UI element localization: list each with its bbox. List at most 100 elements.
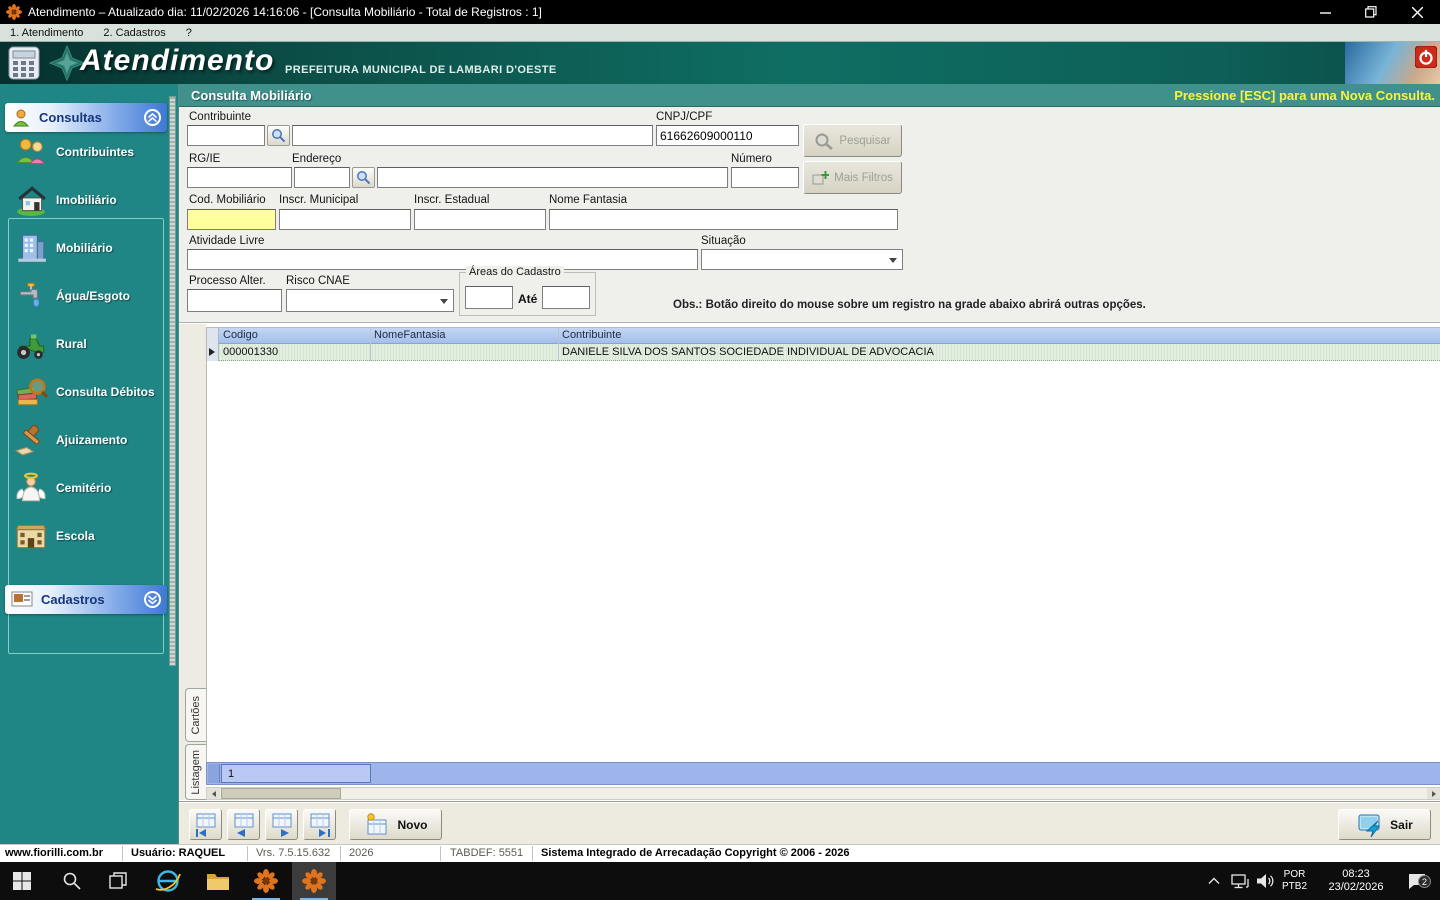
contribuinte-code-input[interactable]	[187, 125, 265, 146]
close-button[interactable]	[1394, 0, 1440, 24]
atividade-livre-input[interactable]	[187, 249, 698, 270]
gavel-icon	[14, 423, 48, 457]
people-icon	[14, 135, 48, 169]
sidebar-item-consulta-debitos[interactable]: Consulta Débitos	[14, 372, 164, 412]
folder-icon	[206, 871, 230, 891]
last-record-button[interactable]	[303, 809, 336, 840]
prior-record-icon	[231, 812, 257, 838]
table-row[interactable]: 000001330 DANIELE SILVA DOS SANTOS SOCIE…	[219, 344, 1440, 361]
first-record-button[interactable]	[189, 809, 222, 840]
scrollbar-thumb[interactable]	[221, 788, 341, 799]
contribuinte-name-input[interactable]	[292, 125, 653, 146]
internet-explorer-button[interactable]	[146, 862, 190, 900]
nome-fantasia-input[interactable]	[549, 209, 898, 230]
sidebar-item-label: Ajuizamento	[56, 433, 127, 447]
sidebar-item-ajuizamento[interactable]: Ajuizamento	[14, 420, 164, 460]
sidebar-item-label: Consulta Débitos	[56, 385, 155, 399]
processo-alter-input[interactable]	[187, 289, 282, 312]
area-de-input[interactable]	[465, 286, 513, 309]
app-header: Atendimento PREFEITURA MUNICIPAL DE LAMB…	[0, 42, 1440, 84]
menu-atendimento[interactable]: 1. Atendimento	[0, 24, 93, 42]
area-ate-input[interactable]	[542, 286, 590, 309]
menu-help[interactable]: ?	[176, 24, 202, 42]
sidebar-scrollbar[interactable]	[169, 96, 176, 666]
sidebar-item-cemiterio[interactable]: Cemitério	[14, 468, 164, 508]
pesquisar-button[interactable]: Pesquisar	[803, 124, 902, 157]
cnpj-input[interactable]	[656, 125, 799, 146]
endereco-code-input[interactable]	[294, 167, 350, 188]
calculator-icon	[6, 45, 42, 81]
mais-filtros-button[interactable]: Mais Filtros	[803, 161, 902, 194]
clock[interactable]: 08:2323/02/2026	[1322, 862, 1390, 900]
statusbar: www.fiorilli.com.br Usuário: RAQUEL Vrs.…	[0, 844, 1440, 862]
numero-input[interactable]	[731, 167, 799, 188]
scroll-left-button[interactable]	[207, 788, 220, 799]
taskbar-search-button[interactable]	[50, 862, 94, 900]
endereco-search-button[interactable]	[352, 167, 375, 188]
current-row-marker-icon	[209, 348, 215, 356]
cell-contribuinte: DANIELE SILVA DOS SANTOS SOCIEDADE INDIV…	[562, 346, 934, 358]
cod-mobiliario-input[interactable]	[187, 209, 276, 230]
restore-button[interactable]	[1348, 0, 1394, 24]
search-icon	[271, 128, 286, 143]
start-button[interactable]	[0, 862, 44, 900]
sidebar-item-rural[interactable]: Rural	[14, 324, 164, 364]
next-record-button[interactable]	[265, 809, 298, 840]
column-divider	[370, 328, 371, 361]
sidebar-item-mobiliario[interactable]: Mobiliário	[14, 228, 164, 268]
volume-tray-button[interactable]	[1256, 862, 1276, 900]
minimize-button[interactable]	[1302, 0, 1348, 24]
internet-explorer-icon	[155, 868, 181, 894]
sidebar-item-agua-esgoto[interactable]: Água/Esgoto	[14, 276, 164, 316]
money-search-icon	[14, 375, 48, 409]
chevron-up-icon[interactable]	[144, 109, 161, 126]
sidebar-section-consultas[interactable]: Consultas	[5, 103, 167, 132]
app-window-2-button[interactable]	[292, 862, 336, 900]
app-window-1-button[interactable]	[244, 862, 288, 900]
scroll-right-button[interactable]	[1427, 788, 1440, 799]
sidebar-item-contribuintes[interactable]: Contribuintes	[14, 132, 164, 172]
status-year: 2026	[349, 847, 373, 859]
main-panel: Consulta Mobiliário Pressione [ESC] para…	[178, 84, 1440, 844]
notification-center-button[interactable]: 2	[1400, 862, 1434, 900]
sidebar-item-escola[interactable]: Escola	[14, 516, 164, 556]
column-header-contribuinte[interactable]: Contribuinte	[562, 329, 621, 341]
endereco-input[interactable]	[377, 167, 728, 188]
search-icon	[356, 170, 371, 185]
school-icon	[14, 519, 48, 553]
horizontal-scrollbar[interactable]	[206, 787, 1440, 800]
network-tray-button[interactable]	[1231, 862, 1251, 900]
tractor-icon	[14, 327, 48, 361]
tray-chevron-button[interactable]	[1208, 862, 1220, 900]
inscr-estadual-input[interactable]	[414, 209, 546, 230]
file-explorer-button[interactable]	[196, 862, 240, 900]
language-indicator[interactable]: PORPTB2	[1282, 862, 1307, 900]
status-site[interactable]: www.fiorilli.com.br	[5, 847, 103, 859]
clock-time: 08:23	[1328, 868, 1383, 881]
page-cell[interactable]: 1	[221, 764, 371, 783]
dropdown-caret-icon	[440, 299, 448, 304]
rgie-input[interactable]	[187, 167, 292, 188]
header-photo	[1345, 42, 1440, 84]
sair-button[interactable]: Sair	[1338, 809, 1431, 840]
risco-cnae-select[interactable]	[286, 289, 454, 312]
task-view-button[interactable]	[96, 862, 140, 900]
situacao-select[interactable]	[701, 249, 903, 270]
power-icon[interactable]	[1415, 46, 1437, 68]
sidebar-item-label: Água/Esgoto	[56, 289, 130, 303]
menubar: 1. Atendimento 2. Cadastros ?	[0, 24, 1440, 42]
tab-cartoes[interactable]: Cartões	[185, 688, 206, 742]
panel-titlebar: Consulta Mobiliário Pressione [ESC] para…	[179, 84, 1440, 107]
sidebar-item-imobiliario[interactable]: Imobiliário	[14, 180, 164, 220]
inscr-municipal-input[interactable]	[279, 209, 411, 230]
sidebar-section-cadastros[interactable]: Cadastros	[5, 585, 167, 614]
chevron-down-icon[interactable]	[144, 591, 161, 608]
pesquisar-label: Pesquisar	[839, 135, 890, 147]
tab-listagem[interactable]: Listagem	[185, 744, 206, 800]
column-header-codigo[interactable]: Codigo	[223, 329, 258, 341]
menu-cadastros[interactable]: 2. Cadastros	[93, 24, 175, 42]
column-header-nomefantasia[interactable]: NomeFantasia	[374, 329, 446, 341]
contribuinte-search-button[interactable]	[267, 125, 290, 146]
novo-button[interactable]: Novo	[349, 809, 442, 840]
prior-record-button[interactable]	[227, 809, 260, 840]
